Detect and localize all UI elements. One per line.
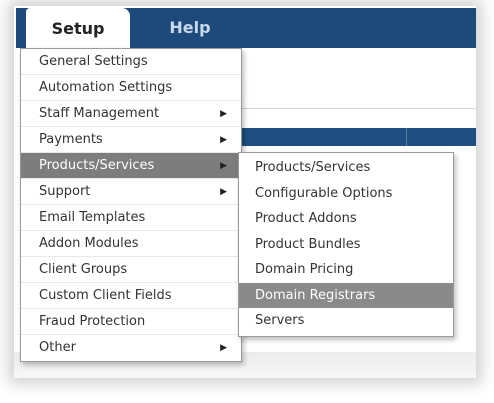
screenshot-stage: Setup Help General Settings Automation S… <box>0 0 494 403</box>
menu-item-staff-management[interactable]: Staff Management ▶ <box>21 101 241 127</box>
menu-item-other[interactable]: Other ▶ <box>21 335 241 361</box>
content-header-strip <box>236 128 476 146</box>
submenu-item-product-bundles[interactable]: Product Bundles <box>239 232 453 258</box>
menu-item-email-templates[interactable]: Email Templates <box>21 205 241 231</box>
menu-item-client-groups[interactable]: Client Groups <box>21 257 241 283</box>
submenu-item-products-services[interactable]: Products/Services <box>239 155 453 181</box>
menu-item-automation-settings[interactable]: Automation Settings <box>21 75 241 101</box>
menu-item-payments[interactable]: Payments ▶ <box>21 127 241 153</box>
submenu-item-domain-registrars[interactable]: Domain Registrars <box>239 282 453 308</box>
menu-item-label: Products/Services <box>39 158 155 173</box>
submenu-item-product-addons[interactable]: Product Addons <box>239 206 453 232</box>
menu-item-products-services[interactable]: Products/Services ▶ <box>21 153 241 179</box>
submenu-item-servers[interactable]: Servers <box>239 308 453 334</box>
triangle-right-icon: ▶ <box>220 161 227 171</box>
content-divider <box>240 108 476 109</box>
menu-item-label: Payments <box>39 132 103 147</box>
menu-item-label: Email Templates <box>39 210 146 225</box>
menu-item-fraud-protection[interactable]: Fraud Protection <box>21 309 241 335</box>
menu-item-label: Client Groups <box>39 262 128 277</box>
menu-item-label: Staff Management <box>39 106 160 121</box>
menu-item-label: General Settings <box>39 54 148 69</box>
menu-item-support[interactable]: Support ▶ <box>21 179 241 205</box>
menu-item-custom-client-fields[interactable]: Custom Client Fields <box>21 283 241 309</box>
tab-help[interactable]: Help <box>136 8 244 48</box>
tab-setup[interactable]: Setup <box>26 8 130 50</box>
menu-item-general-settings[interactable]: General Settings <box>21 49 241 75</box>
submenu-item-configurable-options[interactable]: Configurable Options <box>239 181 453 207</box>
triangle-right-icon: ▶ <box>220 187 227 197</box>
setup-dropdown-menu: General Settings Automation Settings Sta… <box>20 48 242 362</box>
menu-item-label: Other <box>39 340 76 355</box>
submenu-item-domain-pricing[interactable]: Domain Pricing <box>239 257 453 283</box>
menu-item-addon-modules[interactable]: Addon Modules <box>21 231 241 257</box>
triangle-right-icon: ▶ <box>220 109 227 119</box>
menu-item-label: Custom Client Fields <box>39 288 172 303</box>
menu-item-label: Automation Settings <box>39 80 173 95</box>
menu-item-label: Fraud Protection <box>39 314 146 329</box>
content-header-separator <box>406 128 407 146</box>
triangle-right-icon: ▶ <box>220 343 227 353</box>
products-services-submenu: Products/Services Configurable Options P… <box>238 152 454 337</box>
menu-item-label: Addon Modules <box>39 236 139 251</box>
menu-item-label: Support <box>39 184 91 199</box>
triangle-right-icon: ▶ <box>220 135 227 145</box>
